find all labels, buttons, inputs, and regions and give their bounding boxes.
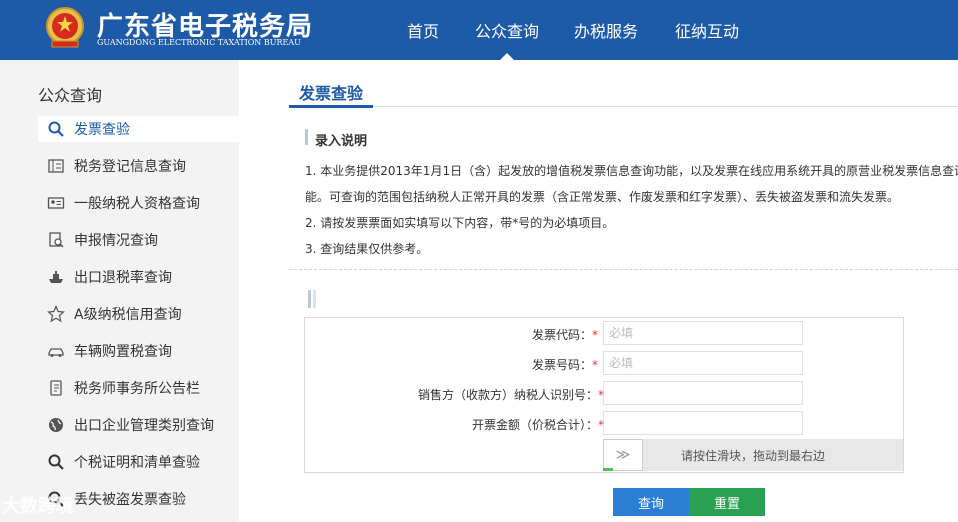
sidebar-item-label: 个税证明和清单查验 [74, 455, 200, 471]
star-icon [46, 304, 66, 324]
sidebar-item-label: 一般纳税人资格查询 [74, 196, 200, 212]
nav-public-query[interactable]: 公众查询 [475, 18, 539, 42]
car-icon [46, 341, 66, 361]
sidebar-item-export-rebate-rate[interactable]: 出口退税率查询 [38, 264, 239, 290]
id-card-icon [46, 193, 66, 213]
page-title: 发票查验 [299, 84, 364, 103]
sidebar-item-label: 出口退税率查询 [74, 270, 172, 286]
section-marker [305, 129, 308, 145]
invoice-code-label: 发票代码：* [531, 328, 598, 342]
slider-captcha: ≫ 请按住滑块，拖动到最右边 [603, 439, 903, 471]
note-line: 1. 本业务提供2013年1月1日（含）起发放的增值税发票信息查询功能，以及发票… [305, 164, 958, 178]
sidebar-item-label: A级纳税信用查询 [74, 307, 182, 323]
query-button[interactable]: 查询 [613, 488, 689, 516]
title-divider [289, 106, 958, 107]
seller-tax-id-input[interactable] [603, 381, 803, 405]
nav-interaction[interactable]: 征纳互动 [675, 18, 739, 42]
document-search-icon [46, 230, 66, 250]
watermark: 大数跨境 [2, 496, 74, 517]
sidebar-item-credit-rating[interactable]: A级纳税信用查询 [38, 301, 239, 327]
top-header: 广东省电子税务局 GUANGDONG ELECTRONIC TAXATION B… [0, 0, 958, 60]
invoice-number-label: 发票号码：* [531, 358, 598, 372]
national-emblem-icon [46, 7, 84, 48]
sidebar-item-tax-agent-notice[interactable]: 税务师事务所公告栏 [38, 375, 239, 401]
invoice-code-input[interactable]: 必填 [603, 321, 803, 345]
invoice-amount-label: 开票金额（价税合计）：* [471, 418, 604, 432]
note-line: 能。可查询的范围包括纳税人正常开具的发票（含正常发票、作废发票和红字发票）、丢失… [305, 190, 900, 204]
sidebar-item-taxpayer-qualification[interactable]: 一般纳税人资格查询 [38, 190, 239, 216]
sidebar-item-label: 车辆购置税查询 [74, 344, 172, 360]
sidebar-item-declaration-query[interactable]: 申报情况查询 [38, 227, 239, 253]
dashed-divider [289, 269, 958, 270]
seller-tax-id-label: 销售方（收款方）纳税人识别号：* [417, 388, 604, 402]
sidebar-item-label: 税务师事务所公告栏 [74, 381, 200, 397]
sidebar-item-income-tax-proof[interactable]: 个税证明和清单查验 [38, 449, 239, 475]
required-mark: * [592, 328, 598, 342]
note-line: 2. 请按发票票面如实填写以下内容，带*号的为必填项目。 [305, 216, 615, 230]
nav-tax-service[interactable]: 办税服务 [574, 18, 638, 42]
sidebar-item-export-enterprise-category[interactable]: 出口企业管理类别查询 [38, 412, 239, 438]
slider-hint: 请按住滑块，拖动到最右边 [681, 449, 826, 463]
required-mark: * [592, 358, 598, 372]
site-subtitle: GUANGDONG ELECTRONIC TAXATION BUREAU [97, 38, 301, 47]
title-accent-bar [289, 105, 373, 108]
sidebar-item-label: 发票查验 [74, 122, 130, 138]
reset-button[interactable]: 重置 [689, 488, 765, 516]
sidebar-item-label: 税务登记信息查询 [74, 159, 186, 175]
sidebar-item-tax-registration[interactable]: 税务登记信息查询 [38, 153, 239, 179]
notice-icon [46, 378, 66, 398]
sidebar: 公众查询 发票查验 税务登记信息查询 一般纳税人资格查询 申报情况查询 出口退税… [0, 60, 239, 522]
sidebar-title: 公众查询 [38, 86, 103, 105]
nav-active-indicator [500, 53, 514, 60]
form-section-marker [308, 290, 316, 308]
search-icon [46, 119, 66, 139]
search-icon [46, 452, 66, 472]
note-line: 3. 查询结果仅供参考。 [305, 242, 429, 256]
sidebar-item-vehicle-tax[interactable]: 车辆购置税查询 [38, 338, 239, 364]
slider-progress [603, 468, 613, 471]
sidebar-item-label: 丢失被盗发票查验 [74, 492, 186, 508]
registration-icon [46, 156, 66, 176]
section-title: 录入说明 [315, 134, 368, 149]
sidebar-item-label: 申报情况查询 [74, 233, 158, 249]
nav-home[interactable]: 首页 [407, 18, 439, 42]
globe-icon [46, 415, 66, 435]
slider-handle[interactable]: ≫ [603, 439, 643, 471]
sidebar-item-label: 出口企业管理类别查询 [74, 418, 214, 434]
invoice-number-input[interactable]: 必填 [603, 351, 803, 375]
invoice-amount-input[interactable] [603, 411, 803, 435]
ship-icon [46, 267, 66, 287]
sidebar-item-invoice-check[interactable]: 发票查验 [38, 116, 239, 142]
